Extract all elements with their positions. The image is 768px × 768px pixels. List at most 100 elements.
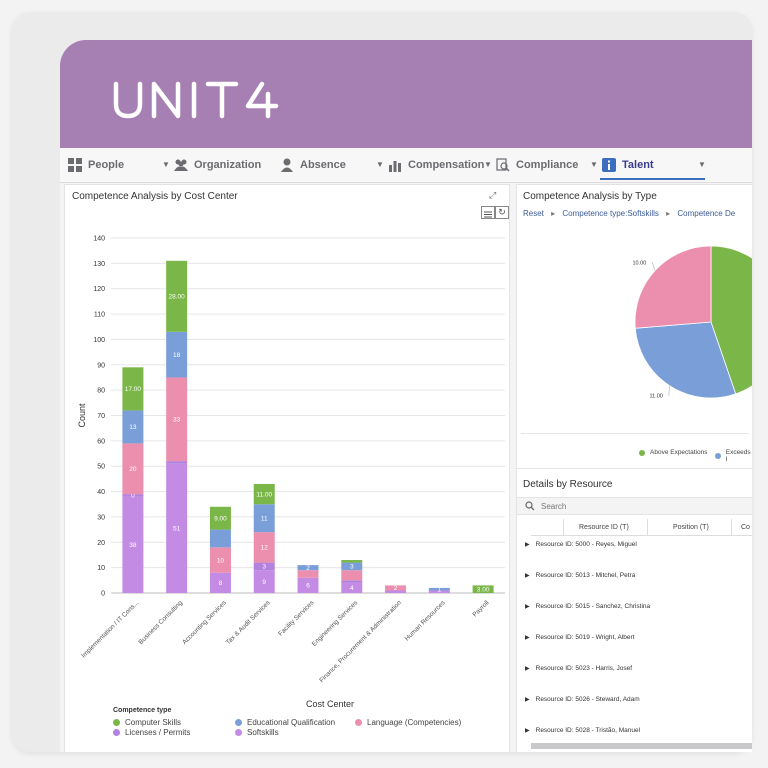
- cost-center-panel: Competence Analysis by Cost Center ⤢ ↻ 0…: [64, 184, 510, 752]
- legend-item[interactable]: Computer Skills: [113, 718, 181, 727]
- bar-value-label: 11: [261, 515, 268, 522]
- table-row[interactable]: ▶ Resource ID: 5028 - Tristão, Manuel: [517, 723, 737, 737]
- table-row[interactable]: ▶ Resource ID: 5026 - Steward, Adam: [517, 692, 737, 706]
- x-tick-label: Tax & Audit Services: [225, 599, 272, 646]
- info-icon: [602, 158, 616, 172]
- y-tick-label: 0: [101, 591, 105, 598]
- details-panel: Details by Resource Search Resource ID (…: [516, 468, 752, 752]
- expand-triangle-icon[interactable]: ▶: [525, 696, 530, 703]
- active-tab-indicator: [600, 178, 705, 180]
- bar-value-label: 12: [261, 545, 269, 552]
- nav-item-talent[interactable]: Talent ▼: [602, 148, 706, 182]
- table-row[interactable]: ▶ Resource ID: 5013 - Mitchel, Petra: [517, 568, 737, 582]
- nav-label: Organization: [194, 159, 262, 171]
- y-tick-label: 70: [97, 413, 105, 420]
- divider: [521, 433, 749, 434]
- legend-item[interactable]: Educational Qualification: [235, 718, 335, 727]
- pie-label-leader: [668, 385, 670, 396]
- nav-item-people[interactable]: People ▼: [68, 148, 170, 182]
- bar-value-label: 2: [394, 585, 398, 592]
- row-label: Resource ID: 5019 - Wright, Albert: [535, 633, 635, 641]
- bar-value-label: 3.00: [477, 586, 490, 593]
- nav-item-organization[interactable]: Organization: [174, 148, 261, 182]
- nav-item-absence[interactable]: Absence ▼: [280, 148, 384, 182]
- nav-item-compliance[interactable]: Compliance ▼: [496, 148, 598, 182]
- breadcrumb-separator-icon: ▸: [551, 209, 556, 218]
- y-tick-label: 30: [97, 514, 105, 521]
- legend-label: Softskills: [247, 728, 279, 737]
- bar-value-label: 18: [173, 352, 181, 359]
- column-header[interactable]: Co: [741, 524, 750, 531]
- bar-value-label: 8: [219, 580, 223, 587]
- chevron-down-icon: ▼: [162, 160, 170, 169]
- x-tick-label: Human Resources: [404, 599, 448, 643]
- y-tick-label: 140: [93, 236, 105, 243]
- y-axis-title: Count: [77, 403, 87, 428]
- breadcrumb-item[interactable]: Competence De: [677, 209, 735, 218]
- row-label: Resource ID: 5023 - Harris, Josef: [535, 664, 633, 672]
- bar-value-label: 51: [173, 526, 181, 533]
- search-icon: [525, 501, 535, 511]
- row-label: Resource ID: 5013 - Mitchel, Petra: [535, 571, 636, 579]
- person-icon: [281, 158, 293, 172]
- x-tick-label: Finance, Procurement & Administration: [318, 599, 403, 684]
- expand-triangle-icon[interactable]: ▶: [525, 541, 530, 548]
- search-bar[interactable]: Search: [517, 497, 752, 515]
- table-row[interactable]: ▶ Resource ID: 5019 - Wright, Albert: [517, 630, 737, 644]
- y-tick-label: 90: [97, 362, 105, 369]
- header-banner: [60, 40, 752, 148]
- legend-swatch: [235, 729, 242, 736]
- pie-label-leader: [652, 262, 656, 271]
- legend-item[interactable]: Softskills: [235, 728, 279, 737]
- pie-value-label: 10.00: [632, 260, 646, 266]
- pie-slice: [634, 245, 712, 329]
- y-tick-label: 130: [93, 261, 105, 268]
- legend-item[interactable]: Language (Competencies): [355, 718, 461, 727]
- legend-label: Educational Qualification: [247, 718, 336, 727]
- horizontal-scrollbar[interactable]: [531, 743, 752, 749]
- bar-value-label: 38: [129, 542, 137, 549]
- bar-value-label: 9.00: [214, 515, 227, 522]
- grid-icon: [68, 158, 82, 172]
- table-row[interactable]: ▶ Resource ID: 5015 - Sanchez, Christina: [517, 599, 737, 613]
- chevron-down-icon: ▼: [484, 160, 492, 169]
- breadcrumb-item[interactable]: Competence type:Softskills: [562, 209, 659, 218]
- legend-swatch: [715, 453, 721, 459]
- y-tick-label: 20: [97, 540, 105, 547]
- nav-item-compensation[interactable]: Compensation ▼: [388, 148, 492, 182]
- table-row[interactable]: ▶ Resource ID: 5023 - Harris, Josef: [517, 661, 737, 675]
- expand-triangle-icon[interactable]: ▶: [525, 634, 530, 641]
- expand-triangle-icon[interactable]: ▶: [525, 603, 530, 610]
- nav-label: People: [88, 159, 125, 171]
- bar-value-label: 6: [306, 583, 310, 590]
- legend-swatch: [355, 719, 362, 726]
- breadcrumb-reset[interactable]: Reset: [523, 209, 544, 218]
- legend-item[interactable]: Licenses / Permits: [113, 728, 190, 737]
- bar-segment: [341, 570, 363, 581]
- bar-value-label: 1: [438, 586, 442, 593]
- expand-triangle-icon[interactable]: ▶: [525, 572, 530, 579]
- column-header[interactable]: Resource ID (T): [579, 524, 629, 531]
- legend-label: Computer Skills: [125, 718, 182, 727]
- column-header[interactable]: Position (T): [673, 524, 709, 531]
- bar-value-label: 3: [350, 564, 354, 571]
- breadcrumb-separator-icon: ▸: [666, 209, 671, 218]
- legend-label: Above Expectations: [650, 449, 708, 456]
- expand-triangle-icon[interactable]: ▶: [525, 727, 530, 734]
- x-tick-label: Payroll: [472, 599, 491, 618]
- column-divider: [563, 519, 564, 535]
- search-input[interactable]: Search: [541, 502, 566, 511]
- nav-label: Absence: [300, 159, 346, 171]
- pie-chart: 11.00 10.00: [632, 245, 752, 400]
- legend-item[interactable]: Above Expectations: [639, 449, 707, 456]
- type-panel: Competence Analysis by Type Reset ▸ Comp…: [516, 184, 752, 476]
- legend-label: Licenses / Permits: [125, 728, 191, 737]
- chevron-down-icon: ▼: [376, 160, 384, 169]
- expand-icon[interactable]: ⤢: [489, 190, 496, 201]
- expand-triangle-icon[interactable]: ▶: [525, 665, 530, 672]
- bar-segment: [341, 560, 363, 563]
- nav-label: Compliance: [516, 159, 579, 171]
- legend-item[interactable]: Exceeds I: [715, 449, 752, 463]
- table-row[interactable]: ▶ Resource ID: 5000 - Reyes, Miguel: [517, 537, 737, 551]
- panel-title: Details by Resource: [523, 479, 613, 490]
